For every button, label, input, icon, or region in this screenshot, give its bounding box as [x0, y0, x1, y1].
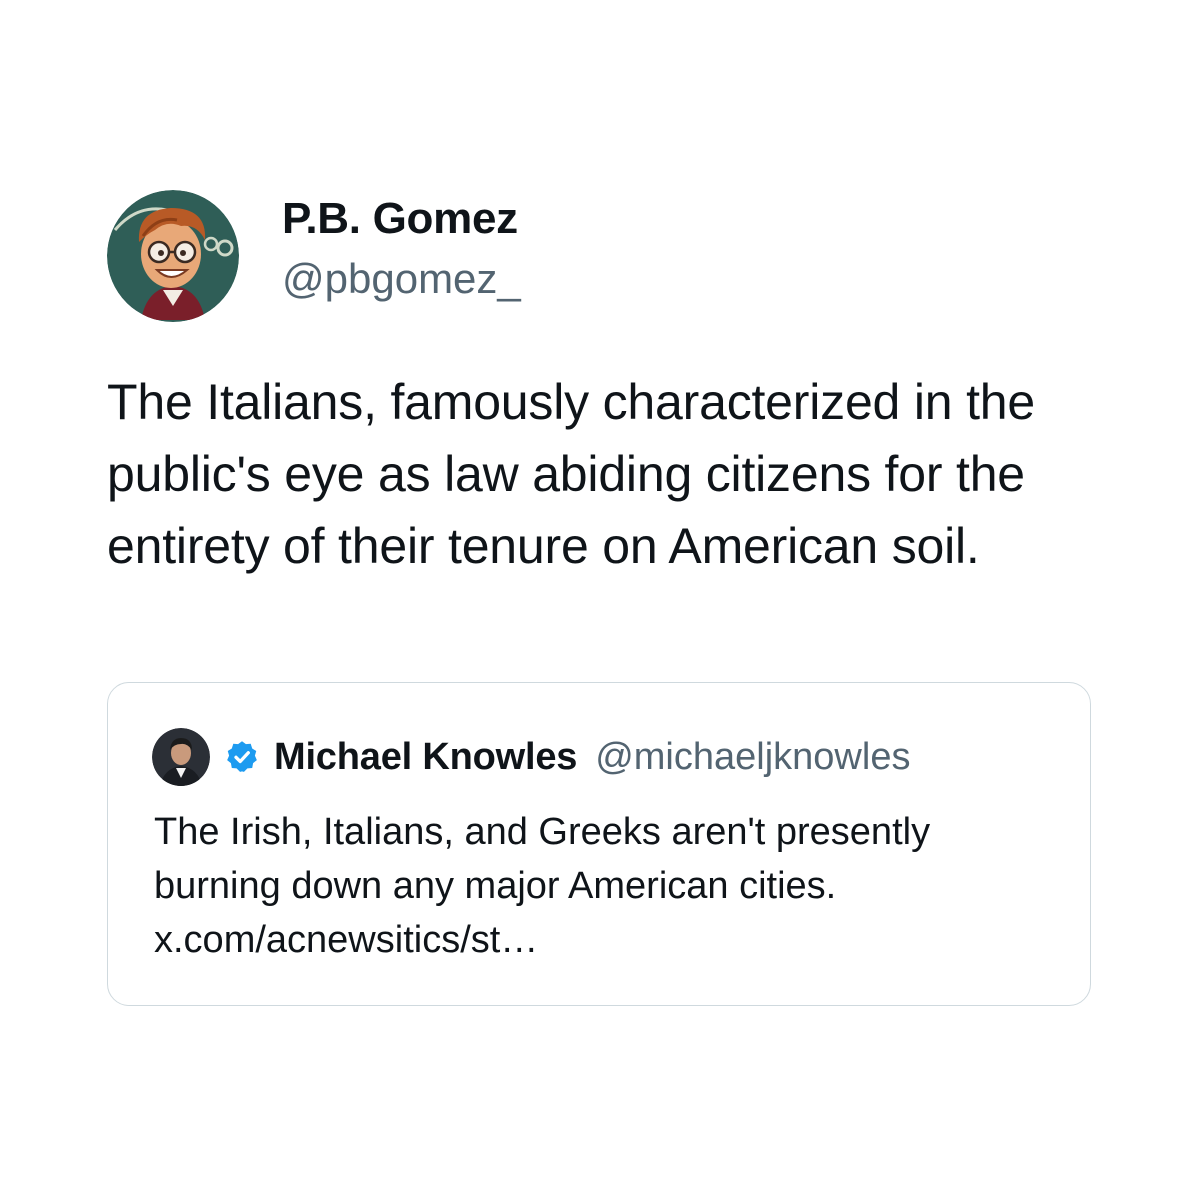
avatar[interactable] [107, 190, 239, 322]
cartoon-avatar-icon [107, 190, 239, 322]
author-info: P.B. Gomez @pbgomez_ [282, 192, 521, 306]
verified-badge-icon [227, 741, 257, 772]
user-handle[interactable]: @pbgomez_ [282, 252, 521, 306]
quoted-user-handle[interactable]: @michaeljknowles [595, 736, 910, 779]
tweet-text: The Italians, famously characterized in … [107, 374, 1035, 574]
verified-badge [224, 739, 260, 775]
quoted-tweet-header: Michael Knowles @michaeljknowles [152, 727, 910, 787]
quoted-avatar[interactable] [152, 728, 210, 786]
display-name[interactable]: P.B. Gomez [282, 192, 521, 246]
tweet: P.B. Gomez @pbgomez_ The Italians, famou… [107, 190, 1097, 582]
tweet-author: P.B. Gomez @pbgomez_ [107, 190, 1097, 322]
quoted-display-name[interactable]: Michael Knowles [274, 736, 577, 779]
quoted-tweet-card[interactable]: Michael Knowles @michaeljknowles The Iri… [107, 682, 1091, 1006]
quoted-tweet-text: The Irish, Italians, and Greeks aren't p… [154, 811, 931, 961]
profile-photo-icon [152, 728, 210, 786]
